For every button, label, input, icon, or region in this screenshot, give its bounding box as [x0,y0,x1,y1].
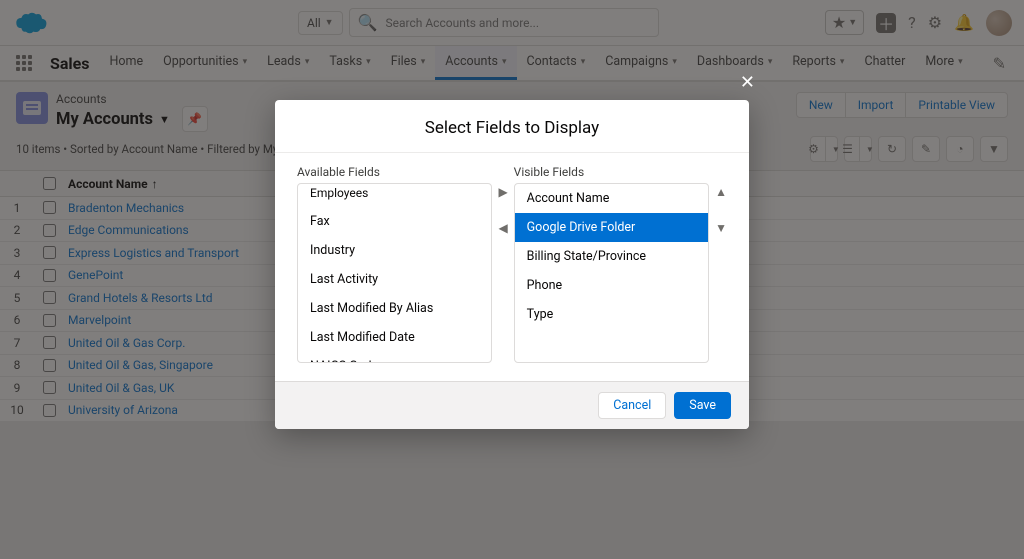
visible-field-option[interactable]: Google Drive Folder [515,213,708,242]
save-button[interactable]: Save [674,392,731,419]
available-field-option[interactable]: NAICS Code [298,352,491,363]
available-fields-label: Available Fields [297,165,492,179]
visible-field-option[interactable]: Phone [515,271,708,300]
available-fields-list[interactable]: EmployeesFaxIndustryLast ActivityLast Mo… [297,183,492,363]
move-down-button[interactable]: ▼ [715,221,727,235]
available-field-option[interactable]: Last Activity [298,265,491,294]
visible-fields-label: Visible Fields [514,165,709,179]
select-fields-modal: ✕ Select Fields to Display Available Fie… [275,100,749,429]
available-field-option[interactable]: Last Modified Date [298,323,491,352]
available-field-option[interactable]: Industry [298,236,491,265]
modal-backdrop[interactable]: ✕ Select Fields to Display Available Fie… [0,0,1024,559]
move-up-button[interactable]: ▲ [715,185,727,199]
visible-field-option[interactable]: Account Name [515,184,708,213]
move-right-button[interactable]: ▶ [498,185,507,199]
visible-fields-list[interactable]: Account NameGoogle Drive FolderBilling S… [514,183,709,363]
available-field-option[interactable]: Employees [298,184,491,207]
available-field-option[interactable]: Last Modified By Alias [298,294,491,323]
close-modal-button[interactable]: ✕ [740,72,755,93]
available-field-option[interactable]: Fax [298,207,491,236]
modal-title: Select Fields to Display [275,100,749,152]
move-left-button[interactable]: ◀ [498,221,507,235]
visible-field-option[interactable]: Billing State/Province [515,242,708,271]
cancel-button[interactable]: Cancel [598,392,666,419]
visible-field-option[interactable]: Type [515,300,708,329]
